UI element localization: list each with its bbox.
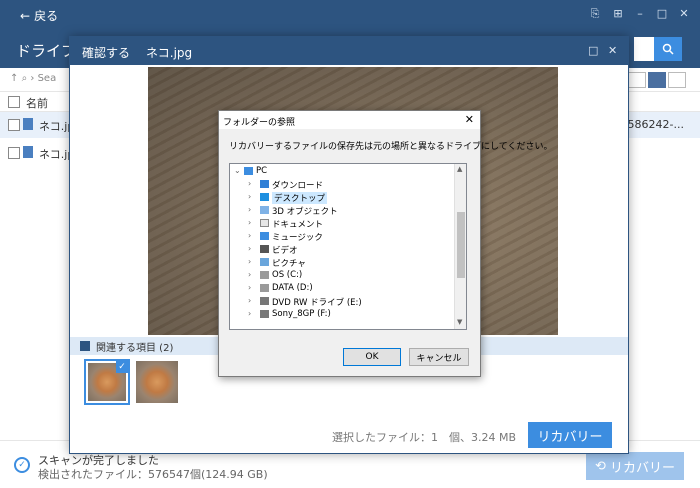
back-arrow-icon: ← <box>20 9 31 23</box>
usb-drive-icon <box>260 310 269 318</box>
collapse-icon[interactable]: ⌄ <box>234 166 241 175</box>
tree-item-label: DATA (D:) <box>272 283 313 293</box>
column-header-name[interactable]: 名前 <box>26 95 48 111</box>
cancel-button[interactable]: キャンセル <box>409 348 469 366</box>
folder-tree: ⌄ PC › ダウンロード › デスクトップ › 3D オブジェクト › ドキュ… <box>229 163 467 330</box>
music-icon <box>260 232 269 240</box>
video-icon <box>260 245 269 253</box>
ok-button[interactable]: OK <box>343 348 401 366</box>
image-file-icon <box>23 146 33 158</box>
search-small-icon: ⌕ <box>21 73 28 84</box>
pc-icon <box>244 167 253 175</box>
maximize-button[interactable]: □ <box>656 8 668 20</box>
files-found: 検出されたファイル：576547個(124.94 GB) <box>38 468 268 481</box>
scan-complete-icon: ✓ <box>14 457 30 473</box>
tree-item-label: PC <box>256 166 268 176</box>
tree-item-label: 3D オブジェクト <box>272 207 338 217</box>
expand-icon[interactable]: › <box>248 283 251 292</box>
scrollbar-thumb[interactable] <box>457 212 465 278</box>
image-file-icon <box>23 118 33 130</box>
view-switcher <box>628 72 686 88</box>
app-top-bar: ← 戻る ⎘ ⊞ – □ ✕ <box>0 0 700 30</box>
list-view-button[interactable] <box>648 72 666 88</box>
search-button[interactable] <box>654 37 682 61</box>
search-icon <box>662 43 674 55</box>
3d-objects-icon <box>260 206 269 214</box>
up-arrow-icon[interactable]: ↑ <box>10 73 18 84</box>
row-checkbox[interactable] <box>8 119 20 131</box>
expand-icon[interactable]: › <box>248 205 251 214</box>
back-button[interactable]: ← 戻る <box>16 7 58 24</box>
row-checkbox[interactable] <box>8 147 20 159</box>
folder-dialog-title: フォルダーの参照 <box>223 118 296 128</box>
document-icon <box>260 219 269 227</box>
tree-item-label: Sony_8GP (F:) <box>272 309 331 319</box>
import-icon[interactable]: ⊞ <box>612 8 624 20</box>
expand-icon[interactable]: › <box>248 218 251 227</box>
select-all-checkbox[interactable] <box>8 96 20 108</box>
scroll-up-icon[interactable]: ▲ <box>457 165 462 173</box>
check-icon: ✓ <box>116 361 128 373</box>
download-icon <box>260 180 269 188</box>
breadcrumb[interactable]: ↑ ⌕ › Sea <box>10 73 56 84</box>
tree-item-label: ピクチャ <box>272 259 306 269</box>
expand-icon[interactable]: › <box>248 179 251 188</box>
drive-icon <box>260 271 269 279</box>
confirm-dialog-header: 確認する ネコ.jpg □ ✕ <box>70 37 628 65</box>
tree-item-label: ドキュメント <box>272 220 324 230</box>
close-button[interactable]: ✕ <box>678 8 690 20</box>
selected-file-info: 選択したファイル：1 個、3.24 MB <box>331 431 516 444</box>
desktop-icon <box>260 193 269 201</box>
expand-icon[interactable]: › <box>248 296 251 305</box>
expand-icon[interactable]: › <box>248 192 251 201</box>
thumbnail-image <box>136 361 178 403</box>
tree-item-label: ビデオ <box>272 246 298 256</box>
detail-view-button[interactable] <box>668 72 686 88</box>
dialog-close-button[interactable]: ✕ <box>608 44 617 57</box>
file-path: 586242-... <box>627 118 684 131</box>
dialog-maximize-button[interactable]: □ <box>588 44 598 57</box>
related-items-label: 関連する項目 (2) <box>96 343 174 354</box>
folder-dialog-close-button[interactable]: ✕ <box>465 113 474 126</box>
grid-view-button[interactable] <box>628 72 646 88</box>
picture-icon <box>260 258 269 266</box>
confirm-dialog-title: 確認する <box>82 46 131 60</box>
minimize-button[interactable]: – <box>634 8 646 20</box>
folder-browse-dialog: フォルダーの参照 ✕ リカバリーするファイルの保存先は元の場所と異なるドライブに… <box>218 110 552 377</box>
folder-dialog-header: フォルダーの参照 ✕ <box>219 111 480 129</box>
expand-icon[interactable]: › <box>248 244 251 253</box>
history-icon: ⟲ <box>595 458 606 474</box>
tree-item-label: ダウンロード <box>272 181 324 191</box>
tree-item-label: デスクトップ <box>272 192 328 204</box>
search-input[interactable] <box>634 37 654 61</box>
expand-icon[interactable]: › <box>248 231 251 240</box>
drive-icon <box>260 284 269 292</box>
recover-label: リカバリー <box>609 460 675 476</box>
breadcrumb-text: Sea <box>37 73 57 84</box>
tree-item-label: ミュージック <box>272 233 323 243</box>
tree-item-label: OS (C:) <box>272 270 303 280</box>
recover-button-disabled[interactable]: ⟲ リカバリー <box>586 452 684 480</box>
back-label: 戻る <box>34 9 59 23</box>
thumbnail[interactable] <box>134 359 180 405</box>
folder-dialog-message: リカバリーするファイルの保存先は元の場所と異なるドライブにしてください。 <box>229 142 553 152</box>
expand-icon[interactable]: › <box>248 257 251 266</box>
dvd-drive-icon <box>260 297 269 305</box>
confirm-recover-button[interactable]: リカバリー <box>528 422 612 448</box>
expand-icon[interactable]: › <box>248 309 251 318</box>
export-icon[interactable]: ⎘ <box>589 8 601 20</box>
folder-tree-scrollbar[interactable]: ▲ ▼ <box>454 164 466 329</box>
preview-file-name: ネコ.jpg <box>146 46 193 60</box>
related-items-checkbox[interactable] <box>80 341 90 351</box>
breadcrumb-arrow-icon: › <box>30 73 35 84</box>
thumbnail-selected[interactable]: ✓ <box>84 359 130 405</box>
expand-icon[interactable]: › <box>248 270 251 279</box>
tree-item-label: DVD RW ドライブ (E:) <box>272 298 362 308</box>
scroll-down-icon[interactable]: ▼ <box>457 318 462 326</box>
